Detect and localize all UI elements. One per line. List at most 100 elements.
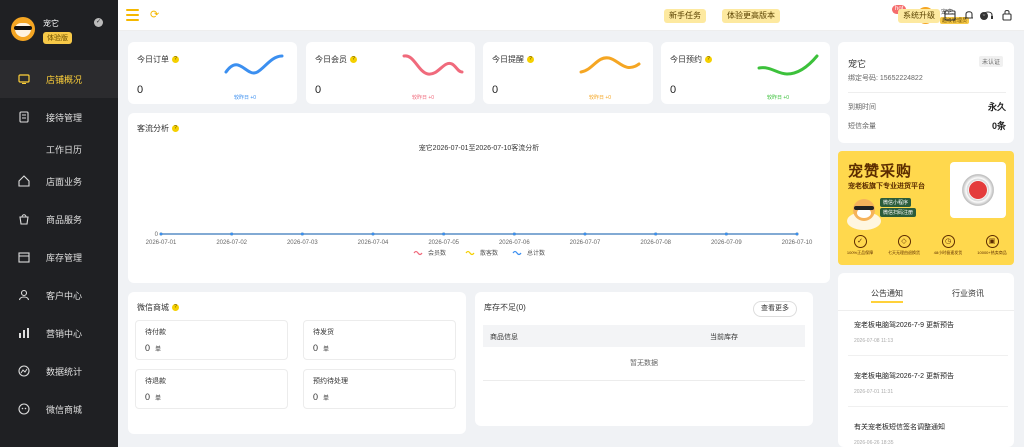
box-value: 0单 — [145, 343, 162, 353]
pending-payment-box[interactable]: 待付款 0单 — [135, 320, 288, 360]
stat-card-members[interactable]: 今日会员? 0 较昨日 +0 — [306, 42, 475, 104]
news-date: 2026-07-01 11:31 — [854, 389, 894, 395]
stat-title: 今日提醒? — [492, 54, 534, 65]
menu-toggle-icon[interactable] — [126, 9, 139, 21]
x-tick-label: 2026-07-04 — [358, 240, 389, 246]
sparkline — [402, 54, 464, 76]
stat-value: 0 — [670, 84, 677, 96]
pending-shipment-box[interactable]: 待发货 0单 — [303, 320, 456, 360]
sms-row: 短信余量 0条 — [848, 121, 1006, 131]
box-value: 0单 — [145, 392, 162, 402]
stat-card-orders[interactable]: 今日订单? 0 较昨日 +0 — [128, 42, 297, 104]
dog-mascot-icon — [847, 199, 881, 230]
sidebar-item-store[interactable]: 店面业务 — [0, 162, 118, 200]
legend-label: 散客数 — [480, 249, 498, 257]
tab-industry[interactable]: 行业资讯 — [952, 288, 984, 299]
expire-value: 永久 — [987, 102, 1006, 112]
headset-icon[interactable] — [982, 9, 994, 21]
statistics-icon — [18, 365, 30, 377]
sidebar-item-label: 微信商城 — [46, 404, 83, 415]
news-title: 有关宠老板短信签名调整通知 — [854, 424, 945, 431]
stat-value: 0 — [315, 84, 322, 96]
help-icon[interactable]: ? — [172, 304, 179, 312]
help-icon[interactable]: ? — [350, 56, 357, 64]
feature-item: ✓ 100%正品保障 — [842, 235, 878, 256]
sidebar-item-marketing[interactable]: 营销中心 — [0, 314, 118, 352]
stat-card-reminders[interactable]: 今日提醒? 0 较昨日 +0 — [483, 42, 653, 104]
sidebar-item-label: 数据统计 — [46, 366, 83, 377]
news-item[interactable]: 宠老板电脑驾2026-7-9 更新预告 2026-07-08 11:13 — [854, 320, 1004, 344]
data-point — [159, 232, 163, 236]
feature-list: ✓ 100%正品保障 ◇ 七天无理由退换货 ◷ 48小时极速发货 ▣ 10000+热卖商… — [838, 235, 1014, 256]
sparkline — [224, 54, 284, 75]
shield-icon: ◇ — [897, 235, 911, 248]
newbie-task-button[interactable]: 新手任务 — [664, 9, 706, 23]
stat-card-appointments[interactable]: 今日预约? 0 较昨日 +0 — [661, 42, 830, 104]
sidebar-subitem-calendar[interactable]: 工作日历 — [0, 136, 118, 162]
dashboard-icon — [18, 73, 30, 85]
sidebar-item-wechat[interactable]: 微信商城 — [0, 390, 118, 428]
calendar-icon[interactable] — [944, 9, 956, 21]
view-more-button[interactable]: 查看更多 — [753, 301, 797, 317]
news-item[interactable]: 宠老板电脑驾2026-7-2 更新预告 2026-07-01 11:31 — [854, 371, 1004, 395]
x-tick-label: 2026-07-06 — [499, 240, 530, 246]
bag-icon: ▣ — [985, 235, 999, 248]
avatar[interactable] — [11, 17, 35, 41]
box-label: 待付款 — [145, 329, 166, 336]
lock-icon[interactable] — [1001, 9, 1013, 21]
sidebar-item-label: 店面业务 — [46, 176, 83, 187]
qr-code[interactable] — [950, 162, 1006, 218]
help-icon[interactable]: ? — [172, 56, 179, 64]
store-name: 宠它 — [43, 19, 59, 28]
x-tick-label: 2026-07-09 — [711, 240, 742, 246]
news-date: 2026-07-08 11:13 — [854, 338, 894, 344]
legend-swatch — [512, 250, 522, 256]
news-item[interactable]: 有关宠老板短信签名调整通知 2026-06-26 18:35 — [854, 422, 1004, 446]
box-value: 0单 — [313, 392, 330, 402]
sidebar-item-reception[interactable]: 接待管理 — [0, 98, 118, 136]
sms-value: 0条 — [991, 121, 1006, 131]
top-bar: ⟳ 新手任务 体验更高版本 hot 宠它 超级管理员 ▾ 系统升级 — [118, 0, 1024, 31]
box-label: 待发货 — [313, 329, 334, 336]
sidebar-item-inventory[interactable]: 库存管理 — [0, 238, 118, 276]
quality-icon: ✓ — [853, 235, 867, 248]
column-stock: 当前库存 — [710, 334, 738, 341]
x-tick-label: 2026-07-07 — [570, 240, 601, 246]
sidebar-item-label: 商品服务 — [46, 214, 83, 225]
purchase-banner[interactable]: 宠赞采购 宠老板旗下专业进货平台 微信小程序 微信扫码注册 ✓ 100%正品保障 … — [838, 151, 1014, 265]
sidebar-item-dashboard[interactable]: 店铺概况 — [0, 60, 118, 98]
stat-value: 0 — [492, 84, 499, 96]
help-icon[interactable]: ? — [705, 56, 712, 64]
sidebar-item-customer[interactable]: 客户中心 — [0, 276, 118, 314]
goods-icon — [18, 213, 30, 225]
legend-swatch — [465, 250, 475, 256]
certification-badge[interactable]: 未认证 — [979, 56, 1004, 67]
refresh-icon[interactable]: ⟳ — [150, 9, 159, 21]
x-tick-label: 2026-07-08 — [640, 240, 671, 246]
data-point — [795, 232, 799, 236]
data-point — [371, 232, 375, 236]
sidebar-item-statistics[interactable]: 数据统计 — [0, 352, 118, 390]
sidebar-item-label: 接待管理 — [46, 112, 83, 123]
upgrade-trial-button[interactable]: 体验更高版本 — [722, 9, 780, 23]
tab-notice[interactable]: 公告通知 — [871, 288, 903, 303]
pending-refund-box[interactable]: 待退款 0单 — [135, 369, 288, 409]
sidebar-item-label: 店铺概况 — [46, 74, 83, 85]
pending-appointment-box[interactable]: 预约待处理 0单 — [303, 369, 456, 409]
stat-compare: 较昨日 +0 — [767, 95, 790, 101]
sidebar-nav: 店铺概况 接待管理 工作日历 店面业务 商品服务 库存管理 客户中心 营销中心 — [0, 60, 118, 428]
account-name: 宠它 — [848, 59, 867, 69]
data-point — [654, 232, 658, 236]
system-upgrade-button[interactable]: 系统升级 — [898, 9, 940, 23]
stat-title: 今日订单? — [137, 54, 179, 65]
help-icon[interactable]: ? — [527, 56, 534, 64]
inventory-icon — [18, 251, 30, 263]
scan-register-chip: 微信扫码注册 — [880, 208, 917, 217]
sidebar-item-label: 客户中心 — [46, 290, 83, 301]
sidebar-item-goods[interactable]: 商品服务 — [0, 200, 118, 238]
bell-icon[interactable] — [963, 9, 975, 21]
data-point — [442, 232, 446, 236]
feature-item: ▣ 10000+热卖商品 — [974, 235, 1010, 256]
empty-state: 暂无数据 — [483, 347, 805, 381]
x-tick-label: 2026-07-03 — [287, 240, 318, 246]
